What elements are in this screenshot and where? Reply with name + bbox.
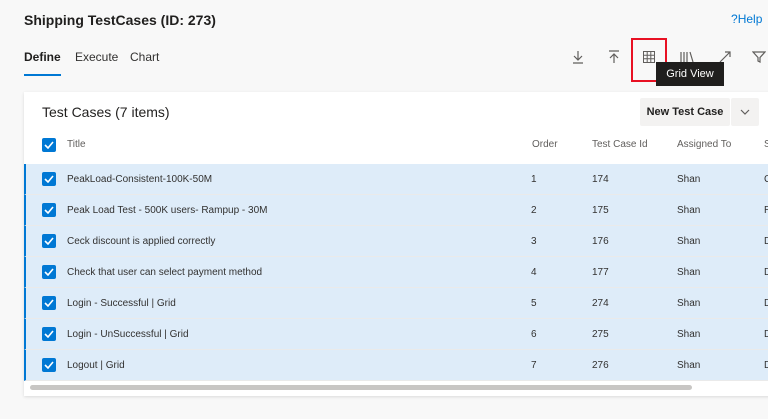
- row-assigned-to: Shan: [677, 360, 701, 371]
- column-header-assigned-to[interactable]: Assigned To: [677, 139, 731, 150]
- row-assigned-to: Shan: [677, 298, 701, 309]
- checkmark-icon: [44, 206, 54, 214]
- row-assigned-to: Shan: [677, 174, 701, 185]
- column-header-title[interactable]: Title: [67, 139, 86, 150]
- row-test-case-id: 177: [592, 267, 609, 278]
- row-title[interactable]: Login - UnSuccessful | Grid: [67, 329, 189, 340]
- row-title[interactable]: Check that user can select payment metho…: [67, 267, 262, 278]
- import-icon[interactable]: [603, 46, 625, 68]
- new-test-case-dropdown[interactable]: [731, 98, 759, 126]
- row-order: 6: [531, 329, 537, 340]
- table-row[interactable]: Peak Load Test - 500K users- Rampup - 30…: [24, 195, 768, 226]
- table-row[interactable]: Login - Successful | Grid 5 274 Shan D: [24, 288, 768, 319]
- page-title: Shipping TestCases (ID: 273): [24, 12, 216, 28]
- row-checkbox[interactable]: [42, 203, 56, 217]
- row-test-case-id: 175: [592, 205, 609, 216]
- row-state: D: [764, 267, 768, 278]
- row-order: 7: [531, 360, 537, 371]
- tab-chart[interactable]: Chart: [130, 50, 159, 64]
- row-state: D: [764, 236, 768, 247]
- row-state: R: [764, 205, 768, 216]
- row-order: 1: [531, 174, 537, 185]
- row-assigned-to: Shan: [677, 205, 701, 216]
- test-cases-panel: Test Cases (7 items) New Test Case Title…: [24, 92, 768, 396]
- row-order: 2: [531, 205, 537, 216]
- checkmark-icon: [44, 361, 54, 369]
- row-assigned-to: Shan: [677, 236, 701, 247]
- checkmark-icon: [44, 299, 54, 307]
- row-order: 3: [531, 236, 537, 247]
- active-tab-indicator: [24, 74, 61, 76]
- tab-execute[interactable]: Execute: [75, 50, 118, 64]
- row-checkbox[interactable]: [42, 358, 56, 372]
- table-row[interactable]: Check that user can select payment metho…: [24, 257, 768, 288]
- tab-define[interactable]: Define: [24, 50, 61, 64]
- row-title[interactable]: PeakLoad-Consistent-100K-50M: [67, 174, 212, 185]
- row-state: D: [764, 329, 768, 340]
- panel-title: Test Cases (7 items): [42, 104, 170, 120]
- table-row[interactable]: PeakLoad-Consistent-100K-50M 1 174 Shan …: [24, 164, 768, 195]
- row-order: 4: [531, 267, 537, 278]
- chevron-down-icon: [740, 109, 750, 115]
- table-row[interactable]: Ceck discount is applied correctly 3 176…: [24, 226, 768, 257]
- column-header-state[interactable]: S: [764, 139, 768, 150]
- checkmark-icon: [44, 268, 54, 276]
- checkmark-icon: [44, 330, 54, 338]
- row-checkbox[interactable]: [42, 327, 56, 341]
- row-checkbox[interactable]: [42, 172, 56, 186]
- column-header-test-case-id[interactable]: Test Case Id: [592, 139, 648, 150]
- row-state: C: [764, 174, 768, 185]
- help-label: Help: [737, 12, 763, 26]
- row-assigned-to: Shan: [677, 329, 701, 340]
- new-test-case-button[interactable]: New Test Case: [640, 98, 730, 126]
- export-icon[interactable]: [567, 46, 589, 68]
- row-order: 5: [531, 298, 537, 309]
- row-title[interactable]: Logout | Grid: [67, 360, 125, 371]
- row-state: D: [764, 360, 768, 371]
- top-bar: Shipping TestCases (ID: 273) ?Help Defin…: [0, 0, 768, 92]
- table-row[interactable]: Logout | Grid 7 276 Shan D: [24, 350, 768, 381]
- row-state: D: [764, 298, 768, 309]
- row-title[interactable]: Ceck discount is applied correctly: [67, 236, 215, 247]
- help-icon: ?: [731, 12, 738, 26]
- table-row[interactable]: Login - UnSuccessful | Grid 6 275 Shan D: [24, 319, 768, 350]
- grid-view-tooltip: Grid View: [656, 62, 724, 86]
- select-all-checkbox[interactable]: [42, 138, 56, 152]
- column-header-order[interactable]: Order: [532, 139, 558, 150]
- horizontal-scrollbar[interactable]: [30, 385, 692, 390]
- row-checkbox[interactable]: [42, 234, 56, 248]
- row-assigned-to: Shan: [677, 267, 701, 278]
- row-checkbox[interactable]: [42, 296, 56, 310]
- checkmark-icon: [44, 175, 54, 183]
- row-checkbox[interactable]: [42, 265, 56, 279]
- row-test-case-id: 276: [592, 360, 609, 371]
- row-test-case-id: 274: [592, 298, 609, 309]
- row-title[interactable]: Peak Load Test - 500K users- Rampup - 30…: [67, 205, 267, 216]
- checkmark-icon: [44, 141, 54, 149]
- row-test-case-id: 176: [592, 236, 609, 247]
- checkmark-icon: [44, 237, 54, 245]
- row-test-case-id: 275: [592, 329, 609, 340]
- table-header: Title Order Test Case Id Assigned To S: [24, 128, 768, 162]
- row-title[interactable]: Login - Successful | Grid: [67, 298, 176, 309]
- filter-icon[interactable]: [748, 46, 768, 68]
- row-test-case-id: 174: [592, 174, 609, 185]
- help-link[interactable]: ?Help: [731, 12, 762, 26]
